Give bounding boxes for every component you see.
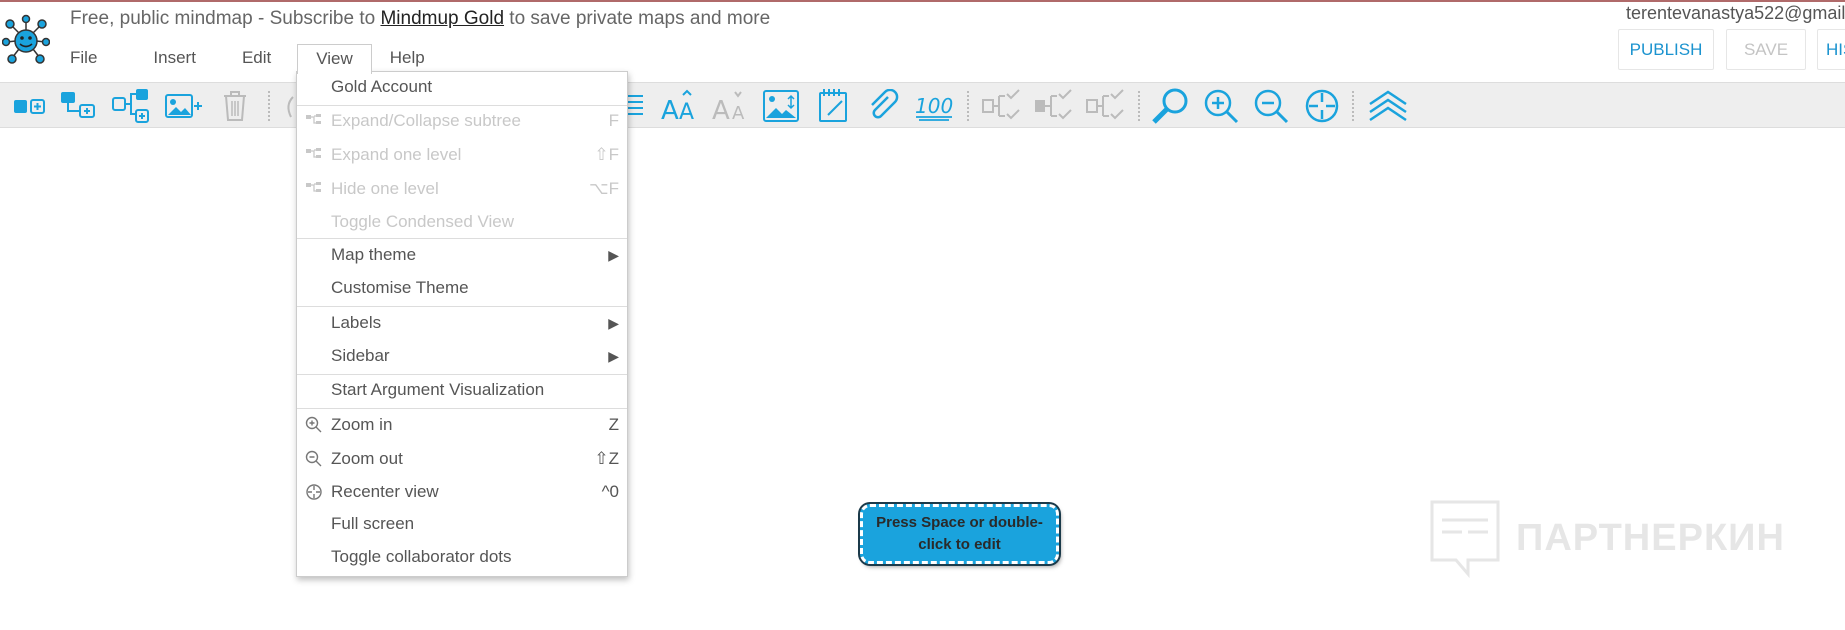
menu-item-hide-one-level[interactable]: Hide one level ⌥F (297, 175, 627, 203)
tree-icon (305, 180, 323, 198)
menu-item-toggle-collaborator-dots[interactable]: Toggle collaborator dots (297, 543, 627, 571)
menu-separator (297, 408, 627, 409)
menu-item-gold-account[interactable]: Gold Account (297, 73, 627, 101)
toolbar-separator (268, 91, 270, 121)
delete-icon[interactable] (220, 87, 250, 125)
menu-file[interactable]: File (52, 44, 115, 74)
menu-insert[interactable]: Insert (135, 44, 214, 74)
tree-icon (305, 146, 323, 164)
svg-text:A: A (661, 96, 679, 123)
toolbar-separator (1138, 91, 1140, 121)
recenter-icon (305, 483, 323, 501)
zoom-out-icon (305, 450, 323, 468)
svg-text:100: 100 (915, 94, 953, 118)
zoom-in-icon[interactable] (1200, 87, 1244, 125)
banner-prefix: Free, public mindmap - Subscribe to (70, 8, 381, 29)
subscription-banner: Free, public mindmap - Subscribe to Mind… (70, 8, 770, 30)
tree-icon (305, 112, 323, 130)
note-icon[interactable] (814, 87, 852, 125)
menu-view[interactable]: View (297, 44, 372, 74)
collapse-checklist-icon[interactable] (980, 87, 1024, 125)
toolbar-separator (1352, 91, 1354, 121)
insert-image-icon[interactable] (163, 87, 205, 125)
node-image-icon[interactable] (760, 87, 802, 125)
menu-bar: File Insert Edit View Help (52, 44, 443, 74)
mindmup-gold-link[interactable]: Mindmup Gold (380, 8, 504, 29)
zoom-in-icon (305, 416, 323, 434)
svg-text:A: A (732, 103, 745, 123)
menu-item-customise-theme[interactable]: Customise Theme (297, 274, 627, 302)
menu-edit[interactable]: Edit (224, 44, 289, 74)
toolbar: AA AA 100 (0, 82, 1845, 128)
font-size-decrease-icon[interactable]: AA (710, 87, 752, 125)
menu-item-labels[interactable]: Labels ▶ (297, 309, 627, 337)
toolbar-separator (967, 91, 969, 121)
add-sibling-node-icon[interactable] (58, 87, 100, 125)
menu-separator (297, 374, 627, 375)
menu-item-map-theme[interactable]: Map theme ▶ (297, 241, 627, 269)
menu-item-toggle-condensed-view[interactable]: Toggle Condensed View (297, 208, 627, 236)
recenter-icon[interactable] (1300, 87, 1344, 125)
menu-item-zoom-out[interactable]: Zoom out ⇧Z (297, 445, 627, 473)
collapse-checklist-3-icon[interactable] (1084, 87, 1128, 125)
add-parent-node-icon[interactable] (110, 87, 154, 125)
menu-separator (297, 238, 627, 239)
font-size-increase-icon[interactable]: AA (659, 87, 701, 125)
menu-item-expand-collapse-subtree[interactable]: Expand/Collapse subtree F (297, 107, 627, 135)
menu-separator (297, 306, 627, 307)
submenu-arrow-icon: ▶ (608, 347, 619, 364)
menu-item-full-screen[interactable]: Full screen (297, 510, 627, 538)
add-child-node-icon[interactable] (10, 87, 50, 125)
history-button[interactable]: HIS (1817, 29, 1845, 70)
watermark: ПАРТНЕРКИН (1428, 498, 1785, 578)
layers-icon[interactable] (1366, 87, 1410, 125)
submenu-arrow-icon: ▶ (608, 246, 619, 263)
watermark-logo-icon (1430, 500, 1500, 578)
menu-item-sidebar[interactable]: Sidebar ▶ (297, 342, 627, 370)
top-accent-line (0, 0, 1845, 2)
menu-item-expand-one-level[interactable]: Expand one level ⇧F (297, 141, 627, 169)
banner-suffix: to save private maps and more (504, 8, 771, 29)
submenu-arrow-icon: ▶ (608, 314, 619, 331)
menu-item-start-argument-visualization[interactable]: Start Argument Visualization (297, 376, 627, 404)
svg-text:A: A (712, 96, 730, 123)
menu-item-zoom-in[interactable]: Zoom in Z (297, 411, 627, 439)
svg-text:A: A (679, 100, 694, 123)
view-menu-dropdown: Gold Account Expand/Collapse subtree F E… (296, 71, 628, 577)
mindmup-logo-icon[interactable] (1, 14, 51, 66)
progress-100-icon[interactable]: 100 (912, 87, 956, 125)
save-button[interactable]: SAVE (1726, 29, 1806, 70)
user-email[interactable]: terentevanastya522@gmail (1626, 3, 1845, 24)
watermark-text: ПАРТНЕРКИН (1516, 516, 1785, 559)
root-node[interactable]: Press Space or double-click to edit (860, 504, 1059, 564)
collapse-checklist-2-icon[interactable] (1032, 87, 1076, 125)
menu-item-recenter-view[interactable]: Recenter view ^0 (297, 478, 627, 506)
publish-button[interactable]: PUBLISH (1618, 29, 1714, 70)
attachment-icon[interactable] (864, 87, 902, 125)
zoom-out-icon[interactable] (1250, 87, 1294, 125)
menu-help[interactable]: Help (372, 44, 443, 74)
search-icon[interactable] (1148, 87, 1192, 125)
menu-separator (297, 105, 627, 106)
